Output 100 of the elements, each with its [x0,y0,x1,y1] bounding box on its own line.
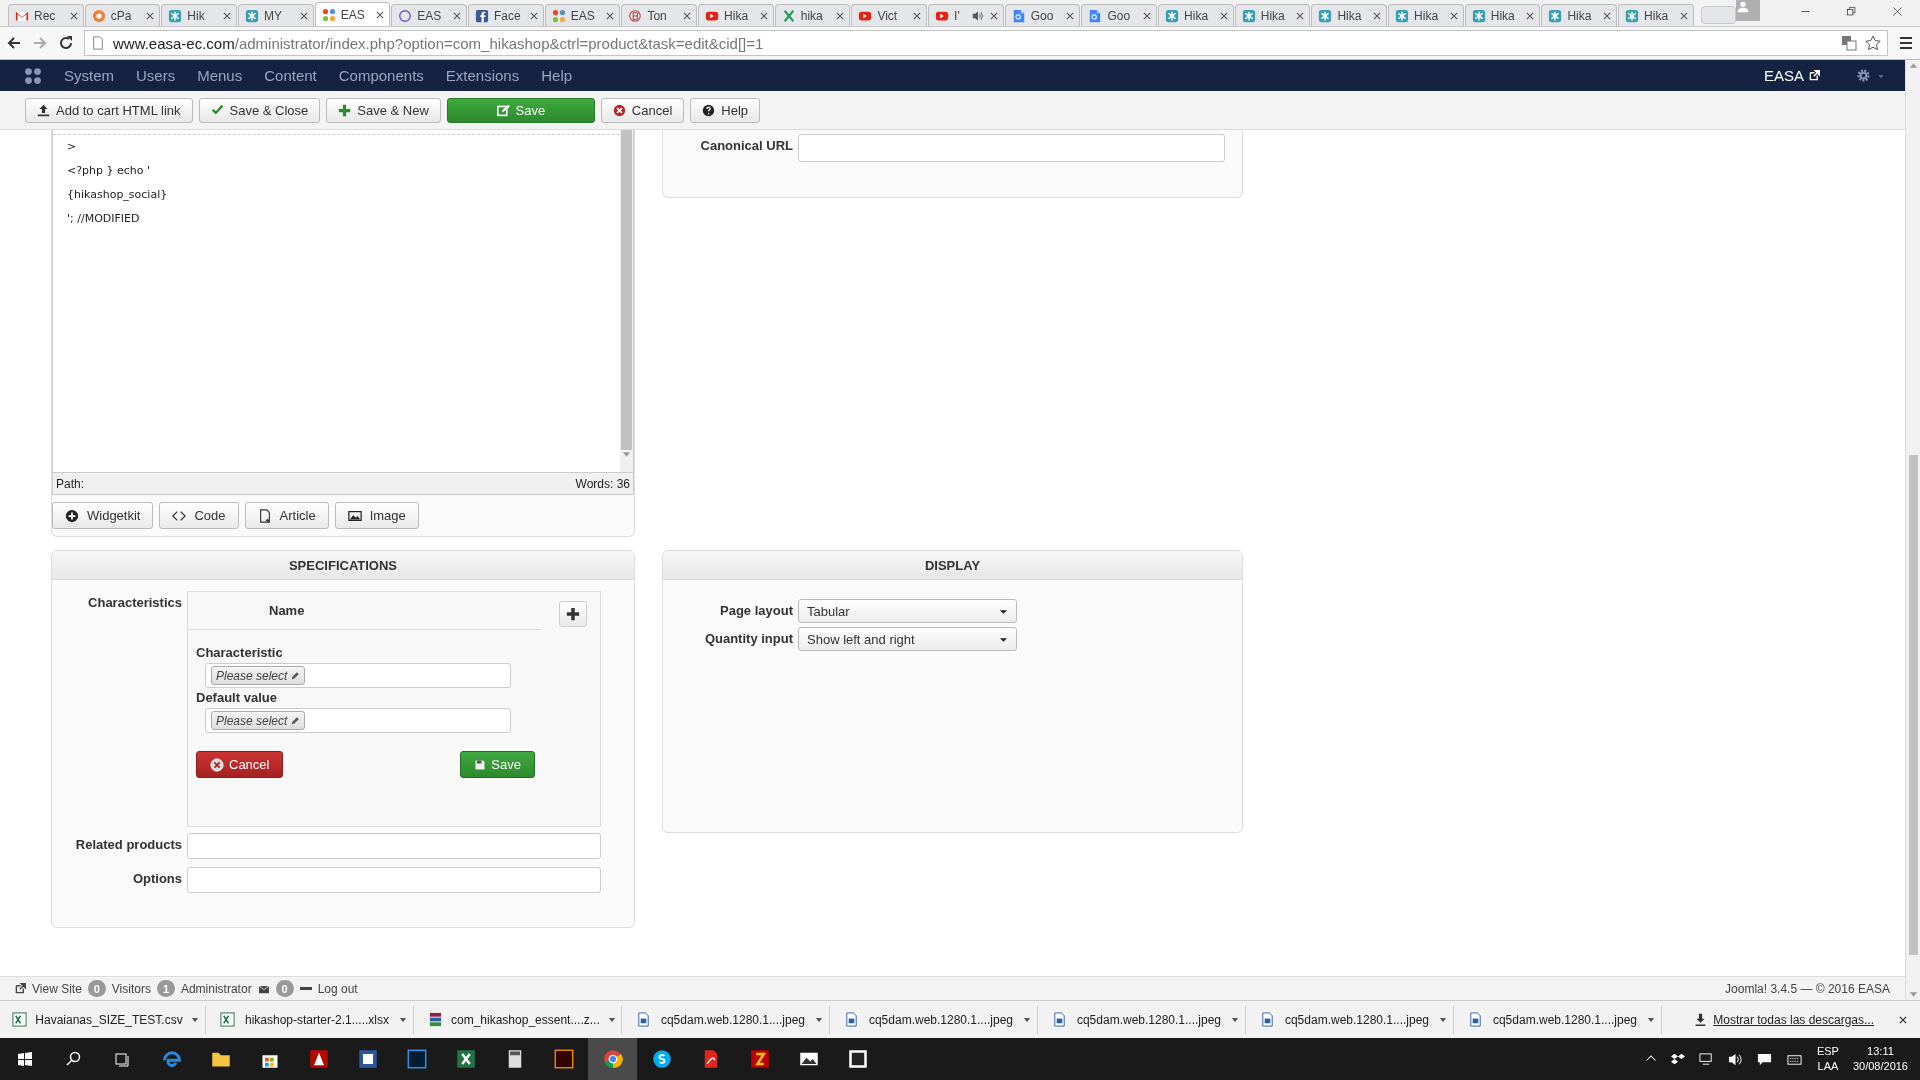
browser-tab[interactable]: Face [468,4,544,26]
cancel-button[interactable]: Cancel [196,751,284,778]
browser-tab[interactable]: Hika [698,4,774,26]
browser-tab[interactable]: Hika [1541,4,1618,26]
caret-icon[interactable] [1647,1016,1655,1023]
browser-tab[interactable]: EAS [314,2,391,26]
close-icon[interactable] [68,10,79,21]
envelope-icon[interactable] [257,983,270,994]
caret-icon[interactable] [815,1016,823,1023]
download-item[interactable]: cq5dam.web.1280.1....jpeg [630,1005,830,1034]
speaker-icon[interactable] [971,9,984,22]
browser-tab[interactable]: cPa [84,4,161,26]
menu-item[interactable]: Users [136,67,176,84]
download-item[interactable]: cq5dam.web.1280.1....jpeg [1254,1005,1454,1034]
close-icon[interactable] [988,10,999,21]
pencil-icon[interactable] [290,715,301,726]
browser-tab[interactable]: Rec [8,4,84,26]
toolbar-button[interactable]: Save & Close [198,97,321,123]
close-icon[interactable] [375,9,386,20]
download-item[interactable]: Havaianas_SIZE_TEST.csv [6,1005,206,1034]
download-item[interactable]: hikashop-starter-2.1.....xlsx [214,1005,414,1034]
close-icon[interactable] [1448,10,1459,21]
browser-tab[interactable]: Hika [1618,4,1694,26]
menu-item[interactable]: Help [541,67,573,84]
message-icon[interactable] [1756,1051,1772,1067]
dropdown[interactable]: Show left and right [798,627,1017,651]
close-icon[interactable] [1218,10,1229,21]
menu-item[interactable]: System [64,67,114,84]
browser-tab[interactable]: Goo [1081,4,1158,26]
close-icon[interactable] [1372,10,1383,21]
editor-button[interactable]: Widgetkit [52,502,154,529]
language-indicator[interactable]: ESP LAA [1816,1044,1839,1074]
settings-menu[interactable] [1856,68,1885,83]
browser-tab[interactable]: Hika [1311,4,1388,26]
select-field[interactable]: Please select [205,663,511,688]
back-icon[interactable] [6,35,22,51]
menu-item[interactable]: Extensions [445,67,520,84]
toolbar-button[interactable]: Add to cart HTML link [25,97,193,123]
caret-icon[interactable] [1231,1016,1239,1023]
toolbar-button[interactable]: Cancel [600,97,685,123]
site-link[interactable]: EASA [1763,67,1820,84]
close-icon[interactable] [528,10,539,21]
logout-link[interactable]: Log out [317,981,358,996]
caret-icon[interactable] [399,1016,407,1023]
menu-item[interactable]: Content [264,67,317,84]
download-item[interactable]: com_hikashop_essent....z... [422,1005,622,1034]
browser-tab[interactable]: EAS [544,4,621,26]
view-site-link[interactable]: View Site [32,981,82,996]
browser-tab[interactable]: Ton [621,4,698,26]
browser-tab[interactable]: Goo [1004,4,1081,26]
close-icon[interactable] [145,10,156,21]
translate-icon[interactable] [1841,35,1857,51]
scrollbar[interactable] [620,130,633,472]
dropdown[interactable]: Tabular [798,599,1017,623]
close-icon[interactable] [758,10,769,21]
toolbar-button[interactable]: Save & New [326,97,441,123]
toolbar-button[interactable]: Save [446,97,595,123]
browser-tab[interactable]: Vict [851,4,928,26]
browser-tab[interactable]: I' [928,4,1004,26]
browser-tab[interactable]: Hika [1388,4,1464,26]
select-field[interactable]: Please select [205,708,511,733]
input-field[interactable] [187,833,601,859]
input-field[interactable] [187,867,601,893]
browser-tab[interactable]: EAS [391,4,468,26]
close-icon[interactable] [452,10,463,21]
browser-tab[interactable]: Hika [1464,4,1541,26]
text-editor[interactable]: > <?php } echo ' {hikashop_social} '; //MODIFIED Path: Words: 36 [52,130,634,495]
close-icon[interactable] [605,10,616,21]
editor-button[interactable]: Code [159,502,239,529]
caret-icon[interactable] [191,1016,199,1023]
close-icon[interactable] [682,10,693,21]
close-icon[interactable] [222,10,232,21]
close-icon[interactable] [1678,10,1689,21]
browser-tab[interactable]: Hika [1234,4,1311,26]
input-field[interactable] [798,134,1225,162]
close-icon[interactable] [912,10,923,21]
browser-tab[interactable]: Hika [1158,4,1234,26]
address-field[interactable]: www.easa-ec.com/administrator/index.php?option=com_hikashop&ctrl=product&task=edit&cid[]=1 [84,30,1888,56]
close-icon[interactable] [1602,10,1613,21]
menu-item[interactable]: Menus [197,67,243,84]
close-icon[interactable] [1142,10,1153,21]
menu-icon[interactable] [1898,35,1914,51]
save-button[interactable]: Save [460,751,535,778]
clock[interactable]: 13:11 30/08/2016 [1852,1044,1908,1074]
caret-icon[interactable] [1023,1016,1031,1023]
monitor-icon[interactable] [1698,1051,1714,1067]
browser-tab[interactable]: Hik [161,4,237,26]
browser-tab[interactable]: hika [774,4,851,26]
pencil-icon[interactable] [290,670,301,681]
download-item[interactable]: cq5dam.web.1280.1....jpeg [1046,1005,1246,1034]
close-icon[interactable] [835,10,846,21]
download-item[interactable]: cq5dam.web.1280.1....jpeg [838,1005,1038,1034]
close-icon[interactable] [1898,1014,1908,1025]
star-icon[interactable] [1865,35,1881,51]
caret-icon[interactable] [607,1016,616,1023]
editor-button[interactable]: Image [334,502,419,529]
dropbox-icon[interactable] [1670,1052,1685,1066]
menu-item[interactable]: Components [338,67,424,84]
editor-button[interactable]: Article [244,502,329,529]
close-icon[interactable] [298,10,309,21]
